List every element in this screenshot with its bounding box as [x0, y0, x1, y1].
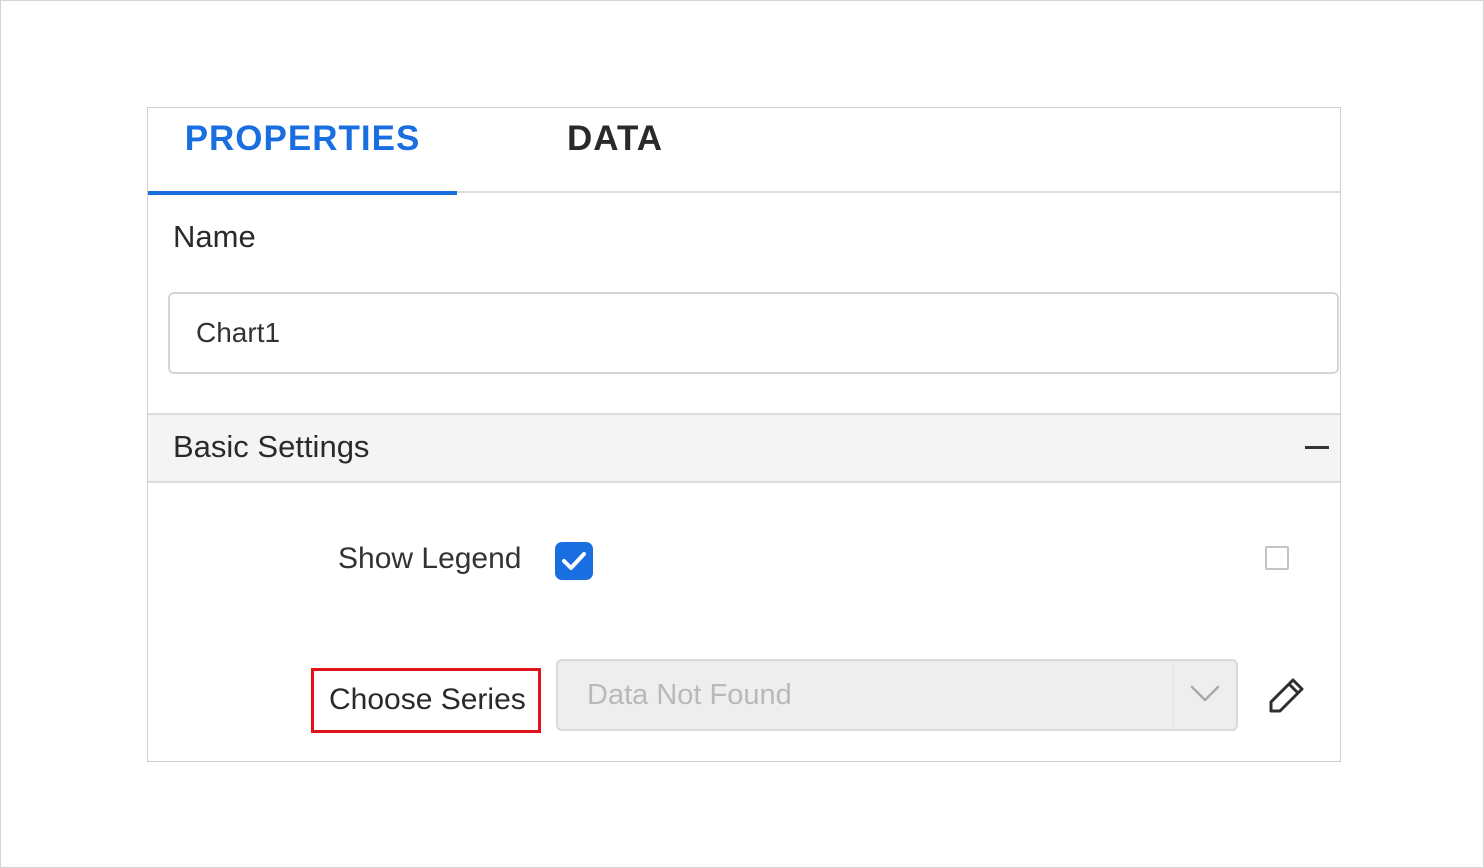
choose-series-dropdown[interactable]: Data Not Found	[556, 659, 1238, 731]
pencil-icon[interactable]	[1267, 675, 1307, 715]
name-input[interactable]	[168, 292, 1339, 374]
tab-bar: PROPERTIES DATA	[148, 108, 1340, 195]
tab-properties[interactable]: PROPERTIES	[148, 108, 457, 195]
extra-checkbox[interactable]	[1265, 546, 1289, 570]
minus-icon[interactable]	[1305, 446, 1329, 449]
series-placeholder: Data Not Found	[587, 679, 792, 711]
basic-settings-title: Basic Settings	[173, 429, 370, 464]
show-legend-checkbox[interactable]	[555, 542, 593, 580]
properties-panel: PROPERTIES DATA Name Basic Settings Show…	[147, 107, 1341, 762]
choose-series-label: Choose Series	[329, 683, 526, 716]
show-legend-label: Show Legend	[338, 542, 522, 575]
checkmark-icon	[562, 552, 586, 570]
name-label: Name	[173, 219, 256, 254]
dropdown-toggle[interactable]	[1173, 661, 1236, 729]
basic-settings-header[interactable]: Basic Settings	[148, 413, 1340, 483]
chevron-down-icon	[1190, 685, 1220, 702]
tab-data[interactable]: DATA	[567, 108, 663, 193]
choose-series-highlight: Choose Series	[311, 668, 541, 733]
